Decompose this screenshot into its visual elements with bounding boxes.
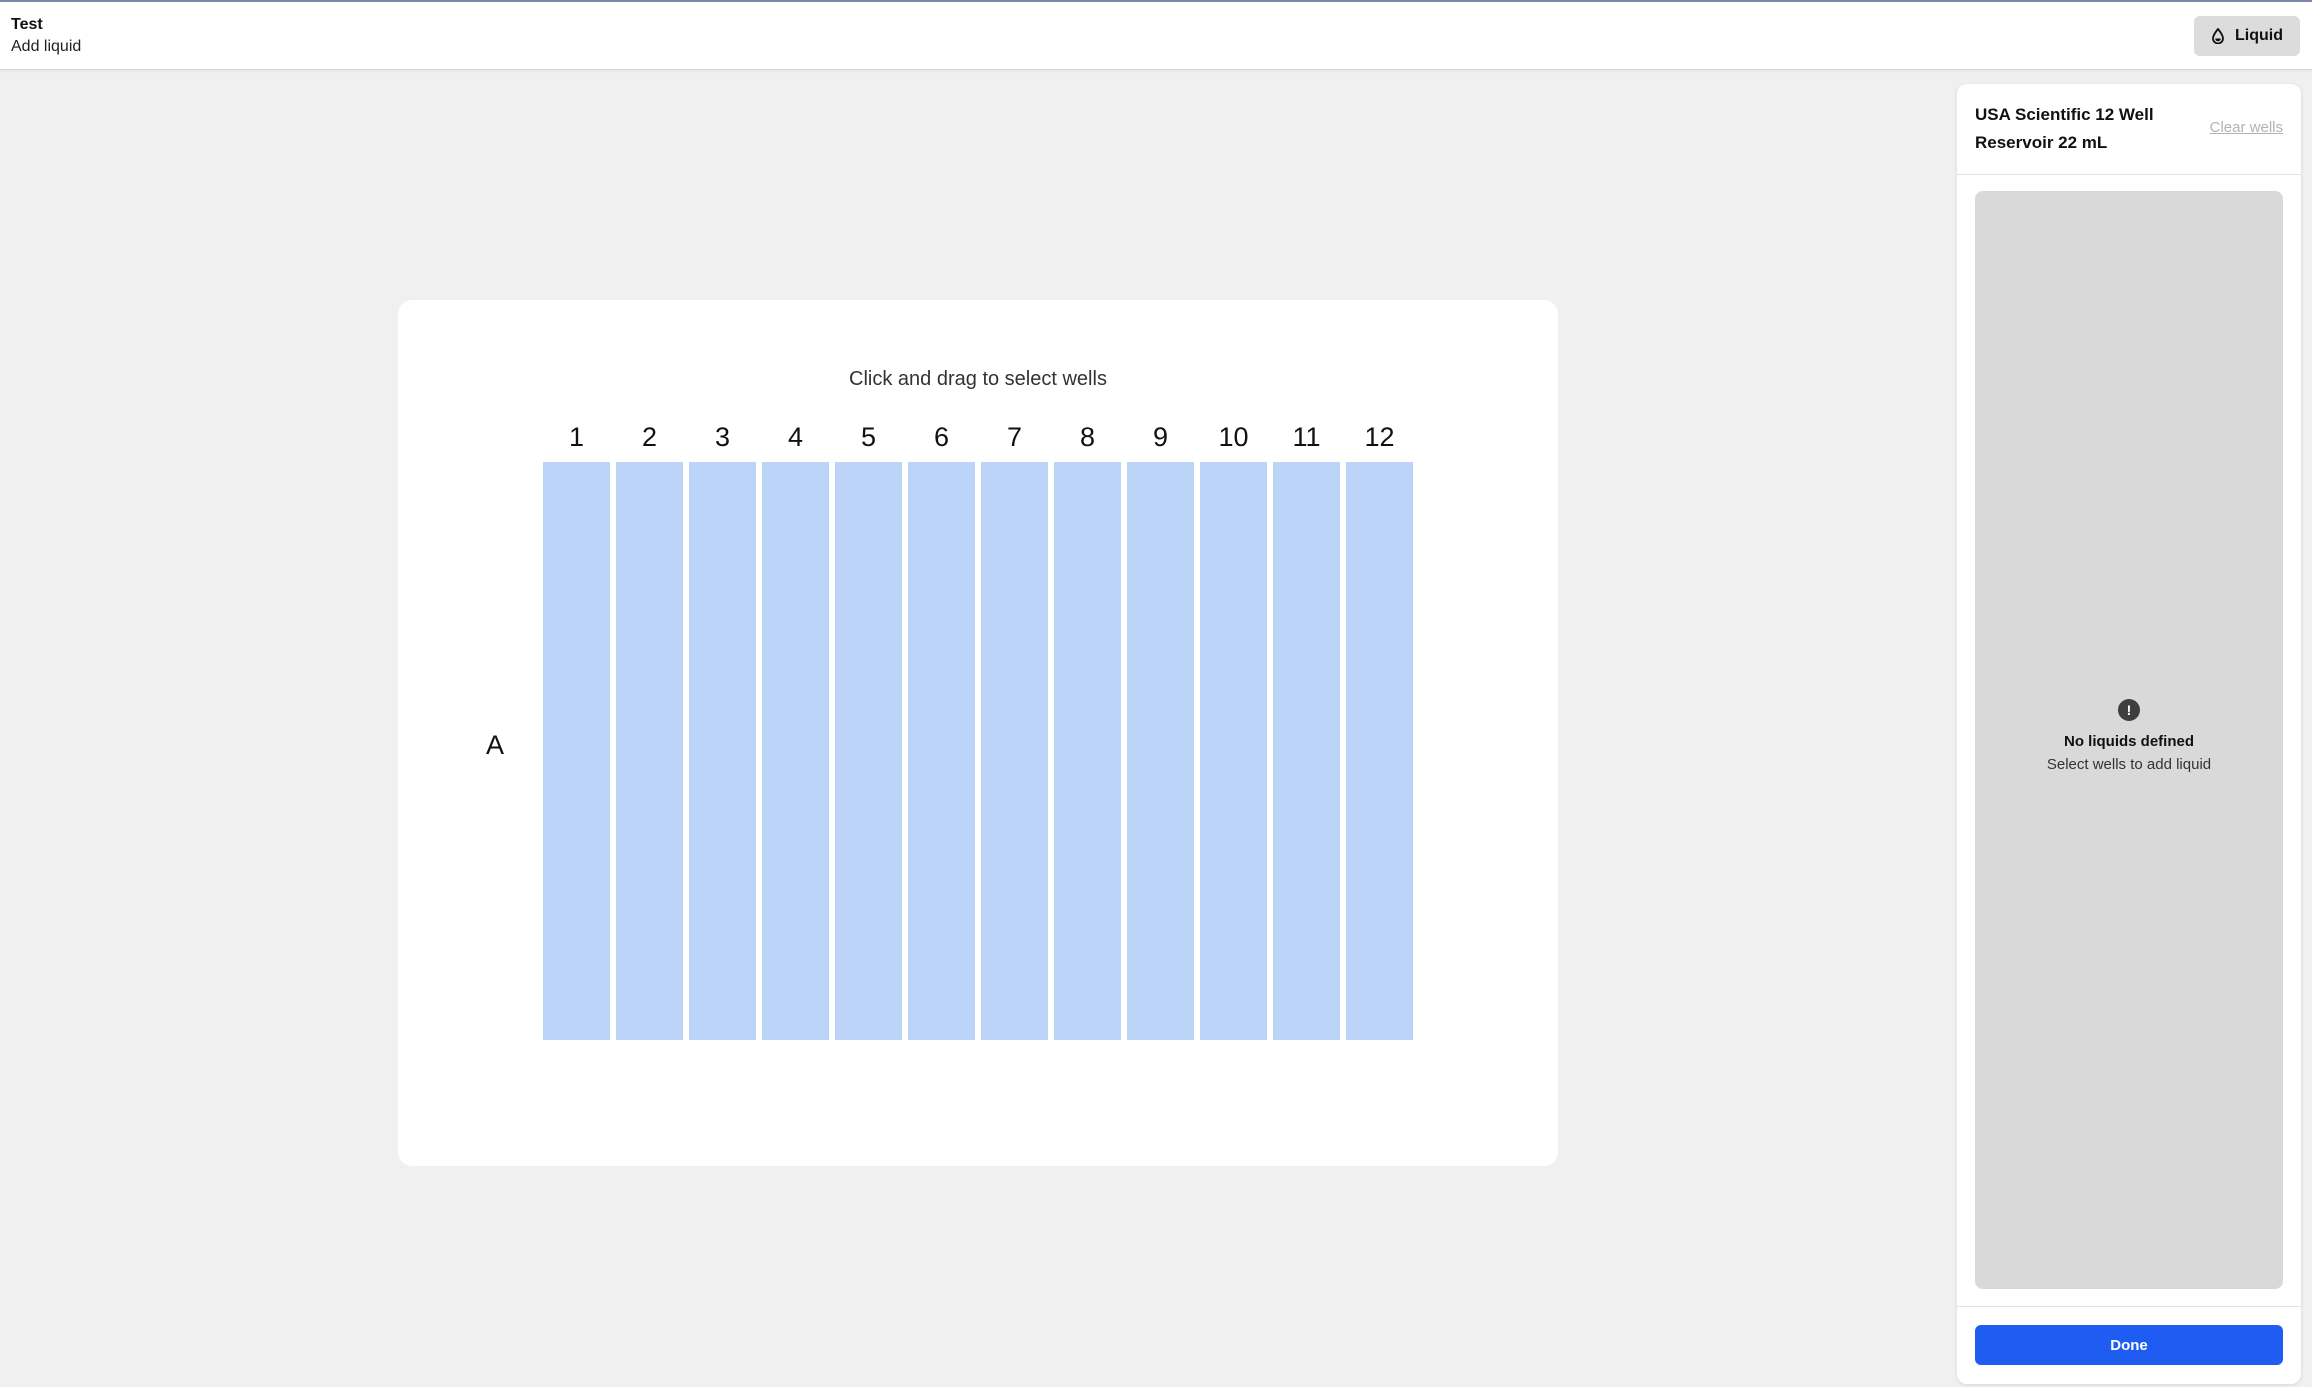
well-a8[interactable]	[1054, 462, 1121, 1040]
liquid-side-panel: USA Scientific 12 Well Reservoir 22 mL C…	[1957, 84, 2301, 1384]
well-a3[interactable]	[689, 462, 756, 1040]
column-label: 5	[860, 422, 877, 452]
well-a2[interactable]	[616, 462, 683, 1040]
well-a5[interactable]	[835, 462, 902, 1040]
well-a1[interactable]	[543, 462, 610, 1040]
empty-state-subtitle: Select wells to add liquid	[2046, 756, 2212, 773]
column-label: 8	[1079, 422, 1096, 452]
top-bar: Test Add liquid Liquid	[0, 0, 2312, 70]
panel-header: USA Scientific 12 Well Reservoir 22 mL C…	[1957, 84, 2301, 175]
row-label: A	[486, 730, 505, 760]
column-label: 11	[1292, 422, 1321, 452]
liquid-list-area: ! No liquids defined Select wells to add…	[1975, 191, 2283, 1289]
selection-instructions: Click and drag to select wells	[849, 368, 1107, 390]
empty-state-title: No liquids defined	[2064, 733, 2194, 750]
well-a7[interactable]	[981, 462, 1048, 1040]
clear-wells-link[interactable]: Clear wells	[2210, 119, 2283, 136]
well-grid[interactable]	[543, 462, 1413, 1040]
labware-card: Click and drag to select wells 1 2 3 4 5…	[398, 300, 1558, 1166]
column-label: 2	[641, 422, 658, 452]
well-a12[interactable]	[1346, 462, 1413, 1040]
labware-name: USA Scientific 12 Well Reservoir 22 mL	[1975, 105, 2154, 152]
page-title: Test	[11, 16, 43, 33]
alert-circle-icon: !	[2118, 699, 2140, 721]
well-a9[interactable]	[1127, 462, 1194, 1040]
panel-footer-divider	[1957, 1306, 2301, 1307]
column-label: 1	[568, 422, 585, 452]
drop-icon	[2212, 28, 2224, 44]
column-label: 4	[787, 422, 804, 452]
well-a6[interactable]	[908, 462, 975, 1040]
column-label: 9	[1152, 422, 1169, 452]
well-a4[interactable]	[762, 462, 829, 1040]
liquid-button[interactable]: Liquid	[2194, 16, 2300, 56]
column-label: 6	[933, 422, 950, 452]
liquid-button-label: Liquid	[2235, 27, 2283, 44]
done-button[interactable]: Done	[1975, 1325, 2283, 1365]
column-label: 7	[1006, 422, 1023, 452]
column-label: 12	[1364, 422, 1395, 452]
empty-state: ! No liquids defined Select wells to add…	[1975, 699, 2283, 773]
top-accent-line	[0, 0, 2312, 2]
column-labels: 1 2 3 4 5 6 7 8 9 10 11 12	[543, 422, 1413, 453]
column-label: 3	[714, 422, 731, 452]
page-subtitle: Add liquid	[11, 38, 82, 55]
well-a11[interactable]	[1273, 462, 1340, 1040]
well-a10[interactable]	[1200, 462, 1267, 1040]
column-label: 10	[1218, 422, 1249, 452]
